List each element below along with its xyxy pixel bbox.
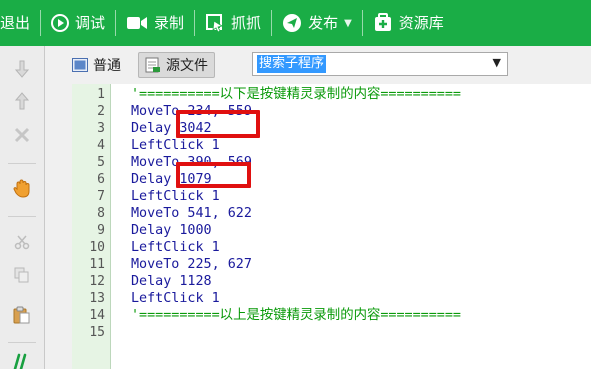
subroutine-search-value: 搜索子程序: [257, 55, 327, 73]
move-up-icon[interactable]: [8, 88, 36, 114]
toolbar-divider: [40, 10, 42, 36]
hand-icon[interactable]: [8, 176, 36, 202]
code-line: '==========以下是按键精灵录制的内容==========: [131, 87, 461, 102]
tab-source[interactable]: 源文件: [138, 52, 215, 78]
code-line: MoveTo 225, 627: [131, 257, 252, 272]
plus-box-icon: [373, 13, 393, 33]
play-icon: [51, 14, 70, 32]
divider: [8, 342, 36, 343]
line-number: 10: [89, 240, 105, 255]
code-line: Delay 1128: [131, 274, 212, 289]
highlight-box: [176, 162, 251, 188]
tab-normal[interactable]: 普通: [66, 52, 127, 78]
divider: [8, 216, 36, 217]
doc-icon: [72, 58, 88, 72]
code-line: LeftClick 1: [131, 189, 220, 204]
resources-label: 资源库: [398, 14, 444, 32]
code-line: LeftClick 1: [131, 138, 220, 153]
line-number: 14: [89, 308, 105, 323]
line-number: 13: [89, 291, 105, 306]
code-file-icon: [145, 57, 161, 73]
line-number: 7: [97, 189, 105, 204]
code-line: LeftClick 1: [131, 291, 220, 306]
publish-label: 发布: [308, 14, 339, 32]
subroutine-search-dropdown[interactable]: 搜索子程序 ▼: [252, 52, 508, 76]
line-number: 15: [89, 325, 105, 340]
line-number: 1: [97, 87, 105, 102]
exit-label: 退出: [0, 14, 31, 32]
resources-button[interactable]: 资源库: [373, 0, 444, 46]
line-number: 6: [97, 172, 105, 187]
toolbar-divider: [194, 10, 196, 36]
code-line: LeftClick 1: [131, 240, 220, 255]
line-number: 11: [89, 257, 105, 272]
record-label: 录制: [154, 14, 185, 32]
line-number: 2: [97, 104, 105, 119]
code-line: Delay 1000: [131, 223, 212, 238]
scissors-icon[interactable]: [8, 229, 36, 255]
divider: [8, 163, 36, 164]
paste-icon[interactable]: [8, 302, 36, 328]
main-toolbar: 退出 调试 录制 抓抓 发布 ▼ 资源库: [0, 0, 591, 46]
stop-icon[interactable]: [8, 122, 36, 148]
toolbar-divider: [361, 10, 363, 36]
toolbar-divider: [271, 10, 273, 36]
tab-normal-label: 普通: [93, 58, 121, 74]
line-number: 3: [97, 121, 105, 136]
line-number: 4: [97, 138, 105, 153]
send-icon: [282, 13, 302, 33]
chevron-down-icon[interactable]: ▼: [493, 56, 501, 69]
line-number-gutter: 1 2 3 4 5 6 7 8 9 10 11 12 13 14 15: [72, 84, 111, 369]
copy-icon[interactable]: [8, 262, 36, 288]
publish-button[interactable]: 发布 ▼: [282, 0, 352, 46]
line-number: 5: [97, 155, 105, 170]
code-editor[interactable]: 1 2 3 4 5 6 7 8 9 10 11 12 13 14 15 '===…: [72, 84, 591, 369]
record-button[interactable]: 录制: [126, 0, 184, 46]
toolbar-divider: [115, 10, 117, 36]
highlight-box: [176, 110, 260, 138]
line-number: 12: [89, 274, 105, 289]
capture-button[interactable]: 抓抓: [205, 0, 261, 46]
line-number: 8: [97, 206, 105, 221]
code-line: '==========以上是按键精灵录制的内容==========: [131, 308, 461, 323]
comment-icon[interactable]: [8, 349, 36, 369]
code-line: MoveTo 541, 622: [131, 206, 252, 221]
debug-label: 调试: [75, 14, 106, 32]
camera-icon: [126, 15, 148, 31]
debug-button[interactable]: 调试: [51, 0, 105, 46]
capture-label: 抓抓: [231, 14, 262, 32]
line-number: 9: [97, 223, 105, 238]
left-toolbar: [0, 46, 45, 369]
move-down-icon[interactable]: [8, 56, 36, 82]
exit-button[interactable]: 退出: [0, 0, 30, 46]
tab-source-label: 源文件: [166, 58, 208, 74]
capture-icon: [205, 13, 225, 33]
chevron-down-icon[interactable]: ▼: [344, 18, 352, 29]
